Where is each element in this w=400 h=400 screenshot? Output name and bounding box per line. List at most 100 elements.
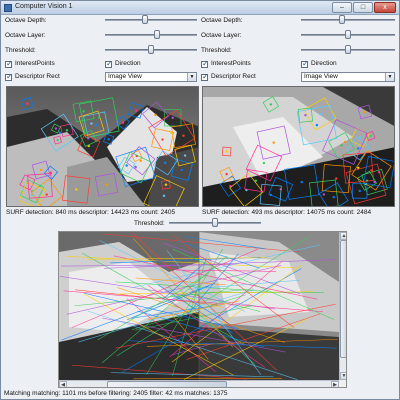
interest-point xyxy=(262,161,266,165)
scroll-right-button[interactable]: ▶ xyxy=(331,381,339,387)
horizontal-scroll-thumb[interactable] xyxy=(107,381,228,387)
interest-point xyxy=(107,137,110,141)
vertical-scroll-thumb[interactable] xyxy=(340,240,346,358)
left-octave-layer-slider[interactable] xyxy=(105,30,197,40)
maximize-button[interactable]: □ xyxy=(353,2,373,13)
slider-thumb[interactable] xyxy=(212,218,218,227)
interest-point xyxy=(318,112,322,116)
matching-threshold-slider[interactable] xyxy=(169,218,261,228)
interest-point xyxy=(38,184,42,188)
minimize-button[interactable]: – xyxy=(332,2,352,13)
interest-point xyxy=(340,144,343,147)
check-icon: ✓ xyxy=(6,59,13,68)
left-octave-layer-label: Octave Layer: xyxy=(5,32,46,39)
left-octave-depth-label: Octave Depth: xyxy=(5,17,47,24)
interest-point xyxy=(154,113,157,117)
right-view-select-value: Image View xyxy=(304,73,338,80)
right-octave-layer-label: Octave Layer: xyxy=(201,32,242,39)
interest-point xyxy=(182,134,185,137)
check-icon: ✓ xyxy=(6,72,13,81)
check-icon: ✓ xyxy=(106,59,113,68)
vertical-scrollbar[interactable]: ▲ ▼ xyxy=(339,232,346,380)
interest-point xyxy=(322,193,326,196)
interest-point xyxy=(164,183,168,186)
left-octave-depth-slider[interactable] xyxy=(105,15,197,25)
chevron-down-icon[interactable]: ▼ xyxy=(385,73,394,81)
interest-point xyxy=(105,183,108,186)
right-direction-checkbox[interactable]: ✓ xyxy=(301,59,309,68)
interest-point xyxy=(315,123,319,127)
interest-point xyxy=(45,193,48,196)
interest-point xyxy=(304,114,307,117)
matching-status: Matching matching: 1101 ms before filter… xyxy=(4,390,228,397)
interest-point xyxy=(363,110,367,114)
right-threshold-slider[interactable] xyxy=(301,45,395,55)
scroll-up-button[interactable]: ▲ xyxy=(340,232,346,240)
left-view-select[interactable]: Image View ▼ xyxy=(105,72,197,82)
right-surf-status: SURF detection: 493 ms descriptor: 14075… xyxy=(202,209,372,216)
right-mountain-image xyxy=(203,87,394,206)
matching-image xyxy=(59,232,339,380)
slider-thumb[interactable] xyxy=(148,45,154,54)
interest-point xyxy=(39,168,43,172)
slider-track xyxy=(105,19,197,21)
close-button[interactable]: x xyxy=(374,2,396,13)
right-octave-depth-slider[interactable] xyxy=(301,15,395,25)
slider-thumb[interactable] xyxy=(339,15,346,24)
interest-point xyxy=(183,154,187,157)
right-octave-layer-slider[interactable] xyxy=(301,30,395,40)
left-direction-checkbox[interactable]: ✓ xyxy=(105,59,113,68)
left-interest-points-label: InterestPoints xyxy=(15,60,55,67)
horizontal-scrollbar[interactable]: ◀ ▶ xyxy=(59,380,339,387)
interest-point xyxy=(75,188,78,191)
check-icon: ✓ xyxy=(302,59,309,68)
interest-point xyxy=(98,116,101,119)
chevron-down-icon[interactable]: ▼ xyxy=(187,73,196,81)
left-interest-points-checkbox[interactable]: ✓ xyxy=(5,59,13,68)
interest-point xyxy=(377,171,381,174)
left-descriptor-rect-label: Descriptor Rect xyxy=(15,73,60,80)
interest-point xyxy=(332,195,335,199)
right-interest-points-checkbox[interactable]: ✓ xyxy=(201,59,209,68)
interest-point xyxy=(125,164,128,167)
right-image-view[interactable] xyxy=(202,86,395,207)
interest-point xyxy=(269,193,272,197)
left-threshold-slider[interactable] xyxy=(105,45,197,55)
right-view-select[interactable]: Image View ▼ xyxy=(301,72,395,82)
title-bar[interactable]: Computer Vision 1 – □ x xyxy=(1,1,399,15)
left-surf-status: SURF detection: 840 ms descriptor: 14423… xyxy=(6,209,176,216)
interest-point xyxy=(65,129,69,132)
scroll-left-button[interactable]: ◀ xyxy=(59,381,67,387)
slider-thumb[interactable] xyxy=(345,30,351,39)
right-threshold-label: Threshold: xyxy=(201,47,232,54)
interest-point xyxy=(272,141,275,144)
slider-thumb[interactable] xyxy=(142,15,149,24)
app-window: Computer Vision 1 – □ x Octave Depth: Oc… xyxy=(0,0,400,400)
right-descriptor-rect-checkbox[interactable]: ✓ xyxy=(201,72,209,81)
left-descriptor-rect-checkbox[interactable]: ✓ xyxy=(5,72,13,81)
interest-point xyxy=(300,180,303,184)
interest-point xyxy=(134,109,138,112)
interest-point xyxy=(87,137,90,140)
right-interest-points-label: InterestPoints xyxy=(211,60,251,67)
interest-point xyxy=(180,168,184,172)
interest-point xyxy=(356,147,360,150)
left-image-view[interactable] xyxy=(6,86,199,207)
right-direction-label: Direction xyxy=(311,60,337,67)
matching-view[interactable]: ▲ ▼ ◀ ▶ xyxy=(58,231,347,388)
interest-point xyxy=(369,134,372,138)
interest-point xyxy=(90,122,93,125)
left-direction-label: Direction xyxy=(115,60,141,67)
slider-thumb[interactable] xyxy=(345,45,351,54)
interest-point xyxy=(269,103,273,106)
interest-point xyxy=(357,166,360,169)
slider-thumb[interactable] xyxy=(153,30,160,39)
interest-point xyxy=(162,194,166,198)
interest-point xyxy=(171,116,174,120)
window-title: Computer Vision 1 xyxy=(15,3,73,10)
interest-point xyxy=(358,189,361,193)
interest-point xyxy=(26,102,29,105)
scroll-down-button[interactable]: ▼ xyxy=(340,372,346,380)
interest-point xyxy=(95,123,98,126)
interest-point xyxy=(161,138,164,141)
